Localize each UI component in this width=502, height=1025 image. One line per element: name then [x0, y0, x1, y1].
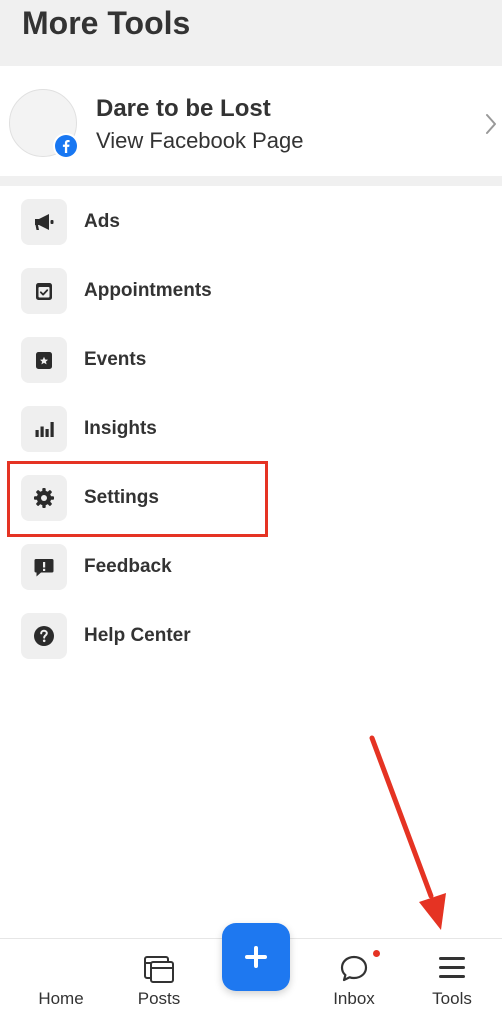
nav-tools-label: Tools — [432, 989, 472, 1008]
menu-item-label: Feedback — [84, 556, 172, 577]
section-divider — [0, 176, 502, 186]
menu-item-insights[interactable]: Insights — [0, 406, 502, 462]
nav-posts-label: Posts — [137, 989, 181, 1008]
nav-home[interactable]: Home — [20, 939, 102, 1025]
facebook-badge — [53, 133, 79, 159]
header-bar: More Tools — [0, 0, 502, 66]
calendar-check-icon — [21, 268, 67, 314]
inbox-notification-dot — [373, 950, 380, 957]
chat-bubble-icon — [340, 955, 368, 982]
question-icon — [21, 613, 67, 659]
menu-item-label: Ads — [84, 211, 120, 232]
calendar-star-icon — [21, 337, 67, 383]
bar-chart-icon — [21, 406, 67, 452]
menu-item-label: Appointments — [84, 280, 212, 301]
page-name[interactable]: Dare to be Lost — [96, 95, 271, 123]
nav-home-label: Home — [38, 989, 84, 1008]
menu-item-events[interactable]: Events — [0, 337, 502, 393]
menu-item-ads[interactable]: Ads — [0, 199, 502, 255]
posts-icon — [144, 956, 174, 983]
chevron-right-icon[interactable] — [484, 112, 498, 136]
menu-item-feedback[interactable]: Feedback — [0, 544, 502, 600]
nav-inbox-label: Inbox — [333, 989, 375, 1008]
megaphone-icon — [21, 199, 67, 245]
view-page-link[interactable]: View Facebook Page — [96, 128, 304, 154]
page-title: More Tools — [22, 5, 191, 41]
facebook-icon — [55, 135, 77, 157]
nav-tools[interactable]: Tools — [411, 939, 493, 1025]
feedback-icon — [21, 544, 67, 590]
plus-icon — [245, 946, 267, 968]
nav-posts[interactable]: Posts — [118, 939, 200, 1025]
menu-hamburger-icon — [439, 957, 465, 978]
menu-item-label: Events — [84, 349, 147, 370]
create-button[interactable] — [222, 923, 290, 991]
menu-item-help-center[interactable]: Help Center — [0, 613, 502, 669]
menu-item-label: Insights — [84, 418, 157, 439]
menu-item-label: Help Center — [84, 625, 191, 646]
highlight-box — [7, 461, 268, 537]
menu-item-appointments[interactable]: Appointments — [0, 268, 502, 324]
nav-inbox[interactable]: Inbox — [313, 939, 395, 1025]
